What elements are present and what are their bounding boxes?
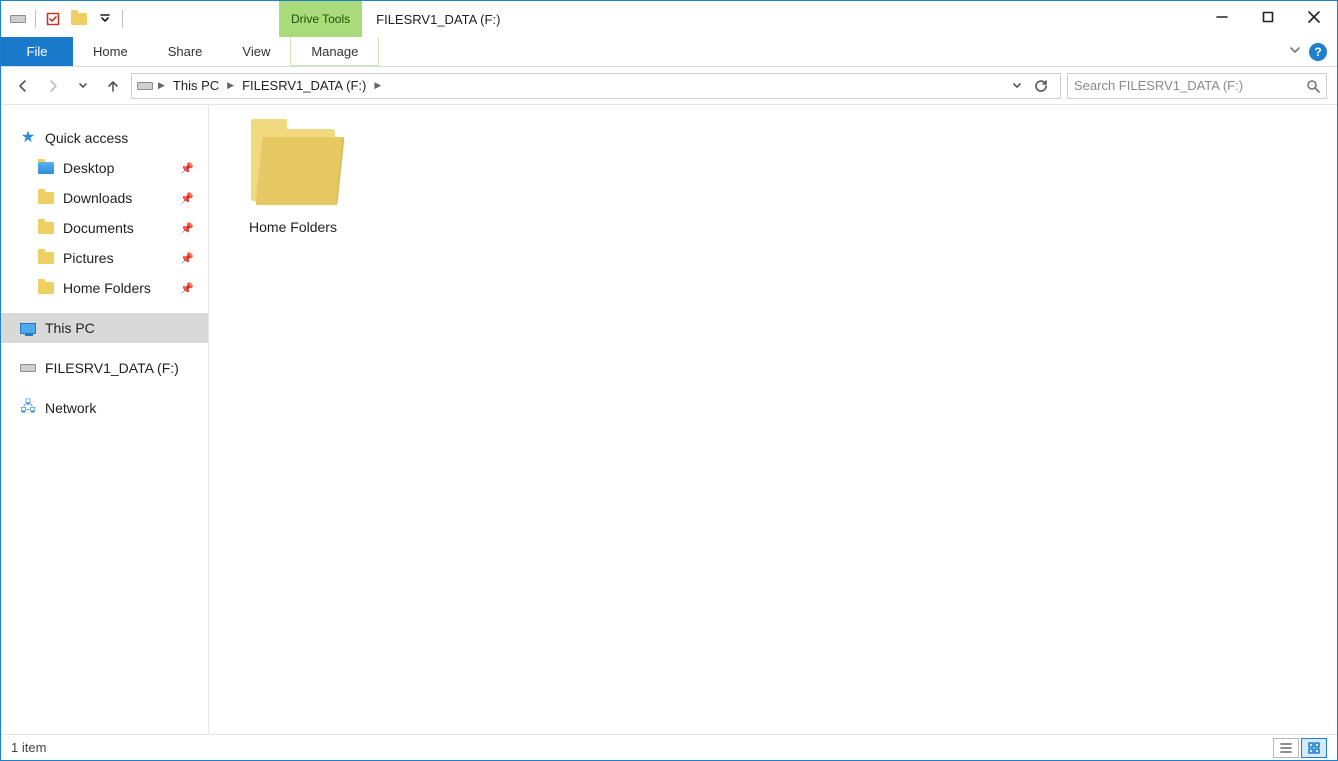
sidebar-item-label: Documents <box>63 220 134 236</box>
folder-icon <box>251 129 335 201</box>
sidebar-network[interactable]: 🖧 Network <box>1 393 208 423</box>
help-icon[interactable]: ? <box>1309 43 1327 61</box>
chevron-right-icon[interactable]: ▶ <box>227 80 234 91</box>
pin-icon: 📌 <box>180 282 194 295</box>
search-input[interactable] <box>1074 78 1306 93</box>
documents-icon <box>37 219 55 237</box>
search-box[interactable] <box>1067 73 1327 99</box>
sidebar-this-pc[interactable]: This PC <box>1 313 208 343</box>
qat-dropdown-icon[interactable] <box>94 8 116 30</box>
separator <box>122 10 123 28</box>
search-icon <box>1306 79 1320 93</box>
sidebar-quick-access[interactable]: ★ Quick access <box>1 123 208 153</box>
downloads-icon <box>37 189 55 207</box>
ribbon-tab-home[interactable]: Home <box>73 37 148 66</box>
ribbon-tab-manage[interactable]: Manage <box>290 37 379 66</box>
ribbon-tab-share[interactable]: Share <box>148 37 223 66</box>
desktop-icon <box>37 159 55 177</box>
separator <box>35 10 36 28</box>
pin-icon: 📌 <box>180 192 194 205</box>
sidebar-item-label: Desktop <box>63 160 114 176</box>
address-bar[interactable]: ▶ This PC ▶ FILESRV1_DATA (F:) ▶ <box>131 73 1061 99</box>
sidebar-item-label: Downloads <box>63 190 132 206</box>
ribbon-tab-file[interactable]: File <box>1 37 73 66</box>
address-dropdown-icon[interactable] <box>1006 75 1028 97</box>
pin-icon: 📌 <box>180 252 194 265</box>
sidebar-item-documents[interactable]: Documents 📌 <box>1 213 208 243</box>
refresh-icon[interactable] <box>1030 75 1052 97</box>
up-button[interactable] <box>101 74 125 98</box>
sidebar-item-desktop[interactable]: Desktop 📌 <box>1 153 208 183</box>
chevron-right-icon[interactable]: ▶ <box>158 80 165 91</box>
quick-access-toolbar <box>1 1 131 37</box>
pin-icon: 📌 <box>180 162 194 175</box>
forward-button[interactable] <box>41 74 65 98</box>
file-item-label: Home Folders <box>249 219 337 235</box>
sidebar-item-downloads[interactable]: Downloads 📌 <box>1 183 208 213</box>
drive-icon <box>136 77 154 95</box>
main-area: ★ Quick access Desktop 📌 Downloads 📌 Doc… <box>1 105 1337 734</box>
status-item-count: 1 item <box>11 740 46 755</box>
window-title: FILESRV1_DATA (F:) <box>362 1 514 37</box>
new-folder-icon[interactable] <box>68 8 90 30</box>
ribbon: File Home Share View Manage ? <box>1 37 1337 67</box>
monitor-icon <box>19 319 37 337</box>
status-bar: 1 item <box>1 734 1337 760</box>
icons-view-button[interactable] <box>1301 738 1327 758</box>
drive-icon <box>7 8 29 30</box>
pictures-icon <box>37 249 55 267</box>
sidebar-label: FILESRV1_DATA (F:) <box>45 360 179 376</box>
navigation-bar: ▶ This PC ▶ FILESRV1_DATA (F:) ▶ <box>1 67 1337 105</box>
sidebar-drive[interactable]: FILESRV1_DATA (F:) <box>1 353 208 383</box>
star-icon: ★ <box>19 129 37 147</box>
folder-icon <box>37 279 55 297</box>
minimize-button[interactable] <box>1199 1 1245 33</box>
file-item-home-folders[interactable]: Home Folders <box>237 129 349 235</box>
navigation-pane: ★ Quick access Desktop 📌 Downloads 📌 Doc… <box>1 105 209 734</box>
close-button[interactable] <box>1291 1 1337 33</box>
ribbon-tab-view[interactable]: View <box>222 37 290 66</box>
properties-icon[interactable] <box>42 8 64 30</box>
recent-locations-button[interactable] <box>71 74 95 98</box>
maximize-button[interactable] <box>1245 1 1291 33</box>
sidebar-item-pictures[interactable]: Pictures 📌 <box>1 243 208 273</box>
titlebar: Drive Tools FILESRV1_DATA (F:) <box>1 1 1337 37</box>
breadcrumb-current[interactable]: FILESRV1_DATA (F:) <box>238 78 370 93</box>
sidebar-label: Quick access <box>45 130 128 146</box>
sidebar-label: This PC <box>45 320 95 336</box>
content-pane[interactable]: Home Folders <box>209 105 1337 734</box>
sidebar-item-label: Pictures <box>63 250 114 266</box>
window-controls <box>1199 1 1337 37</box>
pin-icon: 📌 <box>180 222 194 235</box>
back-button[interactable] <box>11 74 35 98</box>
sidebar-label: Network <box>45 400 96 416</box>
details-view-button[interactable] <box>1273 738 1299 758</box>
contextual-tab-drive-tools[interactable]: Drive Tools <box>279 1 362 37</box>
ribbon-expand-icon[interactable] <box>1289 44 1301 59</box>
network-icon: 🖧 <box>19 399 37 417</box>
chevron-right-icon[interactable]: ▶ <box>374 80 381 91</box>
drive-icon <box>19 359 37 377</box>
breadcrumb-this-pc[interactable]: This PC <box>169 78 223 93</box>
sidebar-item-home-folders[interactable]: Home Folders 📌 <box>1 273 208 303</box>
sidebar-item-label: Home Folders <box>63 280 151 296</box>
